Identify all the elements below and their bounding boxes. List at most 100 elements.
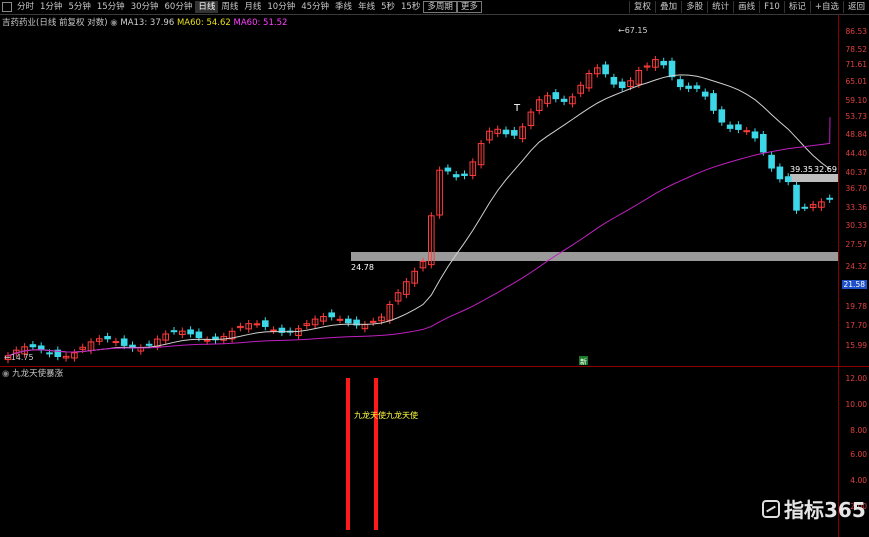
candle-body: [502, 129, 510, 135]
candle-body: [784, 176, 792, 183]
price-tick: 40.37: [845, 168, 867, 177]
period-tab[interactable]: 15秒: [398, 1, 423, 13]
candle-body: [793, 184, 800, 211]
candle-body: [768, 154, 775, 169]
toolbar-button[interactable]: 统计: [707, 1, 733, 13]
candle-body: [776, 166, 784, 180]
toolbar-button[interactable]: +自选: [809, 1, 843, 13]
candle-body: [685, 85, 692, 89]
candle-body: [336, 318, 344, 321]
candle-body: [328, 312, 335, 318]
price-tick: 59.10: [845, 96, 867, 105]
indicator-tick: 10.00: [845, 400, 867, 409]
candle-body: [560, 98, 568, 102]
candle-body: [170, 330, 178, 333]
candle-body: [735, 124, 742, 130]
candle-body: [46, 352, 53, 355]
toolbar-button[interactable]: 多股: [681, 1, 707, 13]
logo-text: 指标365: [784, 498, 866, 522]
toolbar-button[interactable]: 画线: [733, 1, 759, 13]
price-tick: 86.53: [845, 27, 867, 36]
candle-body: [345, 318, 352, 324]
toolbar-button[interactable]: 标记: [783, 1, 810, 13]
candle-body: [444, 167, 452, 172]
period-tab[interactable]: 5秒: [378, 1, 398, 13]
t-mark: T: [513, 103, 521, 114]
box-low-label: 39.35: [790, 165, 813, 174]
new-badge-text: 新: [580, 357, 587, 366]
signal-bar: [346, 378, 350, 530]
period-tab[interactable]: 年线: [355, 1, 378, 13]
candle-body: [552, 92, 560, 100]
candle-body: [743, 130, 751, 133]
candle-body: [461, 173, 468, 176]
indicator-panel[interactable]: 九龙天使九龙天使: [0, 366, 838, 537]
candle-body: [37, 345, 45, 351]
candle-body: [751, 131, 759, 139]
toolbar-button[interactable]: 复权: [629, 1, 655, 13]
price-tick: 36.70: [845, 184, 867, 193]
candle-body: [760, 133, 767, 153]
candlestick-chart[interactable]: ←67.15 ←14.75 T 24.78 39.35 32.69 新: [0, 26, 838, 366]
indicator-tick: 6.00: [850, 450, 867, 459]
candle-body: [693, 85, 701, 89]
period-tab[interactable]: 分时: [14, 1, 37, 13]
price-tick: 15.99: [845, 341, 867, 350]
period-tab[interactable]: 更多: [456, 1, 482, 13]
logo-icon: [762, 499, 780, 518]
resistance-zone: [790, 174, 838, 182]
candle-body: [369, 320, 377, 323]
candle-body: [187, 329, 194, 335]
candle-body: [452, 174, 460, 178]
signal-bar: [374, 378, 378, 530]
indicator-tick: 8.00: [850, 426, 867, 435]
low-price-label: ←14.75: [4, 353, 34, 362]
watermark-logo: 指标365: [762, 494, 866, 523]
price-tick: 17.70: [845, 321, 867, 330]
candle-body: [195, 331, 203, 339]
price-tick: 24.32: [845, 262, 867, 271]
period-tab[interactable]: 45分钟: [298, 1, 332, 13]
period-tab[interactable]: 1分钟: [37, 1, 65, 13]
candle-body: [602, 64, 609, 75]
toolbar-button[interactable]: 叠加: [655, 1, 681, 13]
indicator-tick: 4.00: [850, 476, 867, 485]
period-tab[interactable]: 月线: [241, 1, 264, 13]
period-tab[interactable]: 5分钟: [65, 1, 93, 13]
candle-body: [677, 79, 684, 88]
gap-zone: [351, 252, 838, 261]
period-tab[interactable]: 30分钟: [128, 1, 162, 13]
price-tick: 48.84: [845, 130, 867, 139]
period-tabs: 分时 1分钟 5分钟 15分钟 30分钟 60分钟 日线 周线 月线 10分钟 45分钟 季线 年线 5秒…: [14, 1, 482, 13]
price-tick: 65.01: [845, 77, 867, 86]
candle-body: [660, 60, 668, 66]
price-tick: 19.78: [845, 302, 867, 311]
price-tick: 44.40: [845, 149, 867, 158]
period-tab[interactable]: 周线: [218, 1, 241, 13]
candle-body: [270, 329, 277, 332]
price-tick: 53.73: [845, 112, 867, 121]
high-price-label: ←67.15: [618, 26, 648, 35]
price-tick: 30.33: [845, 221, 867, 230]
period-tab[interactable]: 15分钟: [94, 1, 128, 13]
axis-border: [838, 15, 839, 537]
period-tab[interactable]: 季线: [332, 1, 355, 13]
menu-icon[interactable]: [2, 2, 12, 12]
toolbar: 分时 1分钟 5分钟 15分钟 30分钟 60分钟 日线 周线 月线 10分钟 45分钟 季线 年线 5秒…: [0, 0, 869, 15]
period-tab[interactable]: 日线: [195, 1, 219, 13]
price-tick: 33.36: [845, 203, 867, 212]
toolbar-button[interactable]: F10: [759, 1, 784, 13]
period-tab[interactable]: 10分钟: [264, 1, 298, 13]
period-tab[interactable]: 60分钟: [162, 1, 196, 13]
candle-body: [610, 76, 618, 85]
candle-body: [826, 197, 834, 200]
price-tick: 71.61: [845, 60, 867, 69]
candle-body: [701, 91, 709, 97]
candle-body: [668, 60, 676, 78]
candle-body: [145, 343, 153, 346]
signal-label: 九龙天使九龙天使: [354, 410, 418, 420]
price-tick: 27.57: [845, 240, 867, 249]
toolbar-button[interactable]: 返回: [842, 1, 869, 13]
indicator-tick: 12.00: [845, 374, 867, 383]
period-tab[interactable]: 多周期: [423, 1, 457, 13]
